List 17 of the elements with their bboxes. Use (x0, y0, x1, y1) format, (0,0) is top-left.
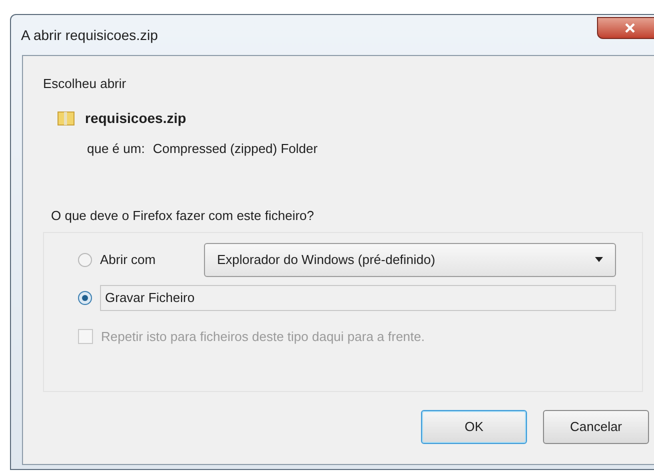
zip-folder-icon (57, 109, 75, 127)
radio-label[interactable]: Abrir com (100, 250, 196, 270)
radio-label[interactable]: Gravar Ficheiro (100, 284, 616, 310)
app-dropdown[interactable]: Explorador do Windows (pré-definido) (204, 242, 616, 276)
close-button[interactable] (597, 17, 654, 39)
radio-button[interactable] (78, 290, 92, 304)
close-icon (625, 23, 635, 33)
caret-icon (595, 257, 603, 262)
intro-text: Escolheu abrir (43, 75, 128, 93)
file-type: Compressed (zipped) Folder (152, 140, 318, 158)
type-label: que é um: (87, 140, 145, 158)
dialog-button[interactable]: OK (421, 410, 527, 444)
radio-button[interactable] (78, 252, 92, 266)
file-name: requisicoes.zip (85, 108, 186, 128)
question-text: O que deve o Firefox fazer com este ficheiro? (51, 207, 316, 225)
dialog-button[interactable]: Cancelar (543, 410, 649, 444)
window-title: A abrir requisicoes.zip (21, 26, 158, 45)
